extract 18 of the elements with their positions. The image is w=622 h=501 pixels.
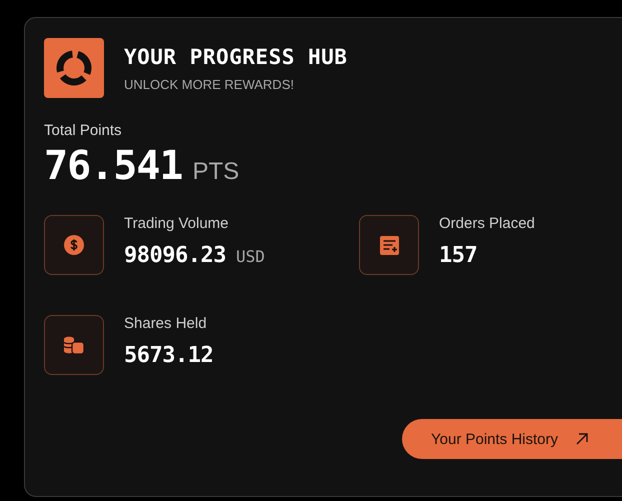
hub-title: YOUR PROGRESS HUB	[124, 44, 348, 68]
total-points-label: Total Points	[44, 122, 123, 139]
stat-label: Orders Placed	[439, 215, 535, 233]
stat-value: 157	[439, 243, 478, 268]
points-history-button[interactable]: Your Points History	[402, 419, 622, 459]
coins-icon	[63, 336, 85, 354]
dollar-coin-icon	[64, 235, 84, 255]
stat-value: 5673.12	[124, 343, 214, 368]
hub-subtitle: UNLOCK MORE REWARDS!	[124, 76, 295, 92]
unit-label: USD	[236, 247, 265, 266]
stat-value: 98096.23	[124, 243, 226, 268]
stat-label: Trading Volume	[124, 215, 230, 233]
ring-logo-icon	[55, 49, 93, 87]
list-add-icon	[380, 236, 398, 254]
stat-label: Shares Held	[124, 315, 208, 333]
arrow-up-right-icon	[576, 433, 588, 445]
total-points-value: 76.541	[44, 143, 182, 189]
points-unit: PTS	[192, 158, 240, 186]
